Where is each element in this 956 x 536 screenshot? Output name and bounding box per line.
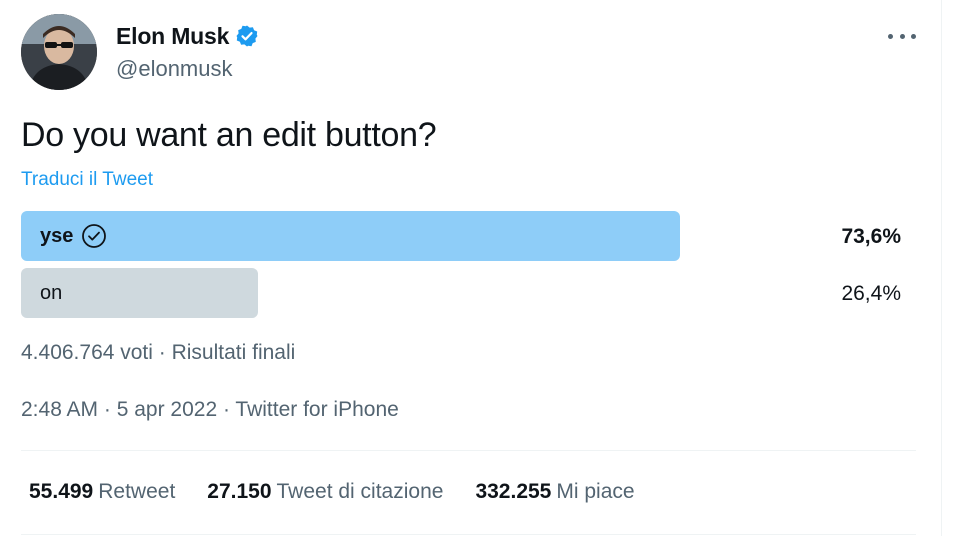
likes-label: Mi piace — [556, 480, 635, 503]
poll-option-1: yse — [40, 223, 107, 249]
poll-option-label: yse — [40, 224, 74, 247]
poll-option-label: on — [40, 282, 63, 304]
poll-meta: 4.406.764 voti · Risultati finali — [21, 341, 296, 364]
likes-stat[interactable]: 332.255 Mi piace — [475, 480, 634, 504]
author-name-row[interactable]: Elon Musk — [116, 22, 259, 50]
poll-option-2: on — [40, 282, 62, 305]
tweet-text: Do you want an edit button? — [21, 116, 437, 154]
poll-option-2-percent: 26,4% — [841, 282, 901, 305]
divider — [21, 534, 916, 535]
more-dot — [888, 33, 893, 39]
poll-option-1-percent: 73,6% — [841, 225, 901, 248]
timeline-border — [941, 0, 942, 536]
retweets-count: 55.499 — [29, 480, 94, 503]
author-display-name[interactable]: Elon Musk — [116, 23, 229, 50]
author-handle[interactable]: @elonmusk — [116, 56, 233, 82]
tweet-timestamp[interactable]: 2:48 AM · 5 apr 2022 · Twitter for iPhon… — [21, 398, 399, 422]
more-dot — [911, 33, 916, 39]
check-circle-icon — [81, 223, 107, 249]
quote-tweets-count: 27.150 — [207, 480, 272, 503]
avatar-image — [21, 14, 97, 90]
retweets-label: Retweet — [98, 480, 176, 503]
quote-tweets-stat[interactable]: 27.150 Tweet di citazione — [207, 480, 443, 504]
divider — [21, 450, 916, 451]
more-dot — [899, 33, 905, 39]
translate-tweet-link[interactable]: Traduci il Tweet — [21, 169, 153, 191]
tweet-card: Elon Musk @elonmusk Do you want an edit … — [0, 0, 941, 536]
quote-tweets-label: Tweet di citazione — [276, 480, 444, 503]
poll-bar-option-1 — [21, 211, 680, 261]
retweets-stat[interactable]: 55.499 Retweet — [29, 480, 175, 504]
likes-count: 332.255 — [475, 480, 552, 503]
more-horizontal-icon[interactable] — [888, 26, 916, 46]
avatar[interactable] — [21, 14, 97, 90]
verified-badge-icon — [235, 24, 259, 48]
engagement-stats: 55.499 Retweet 27.150 Tweet di citazione 3… — [29, 480, 667, 504]
